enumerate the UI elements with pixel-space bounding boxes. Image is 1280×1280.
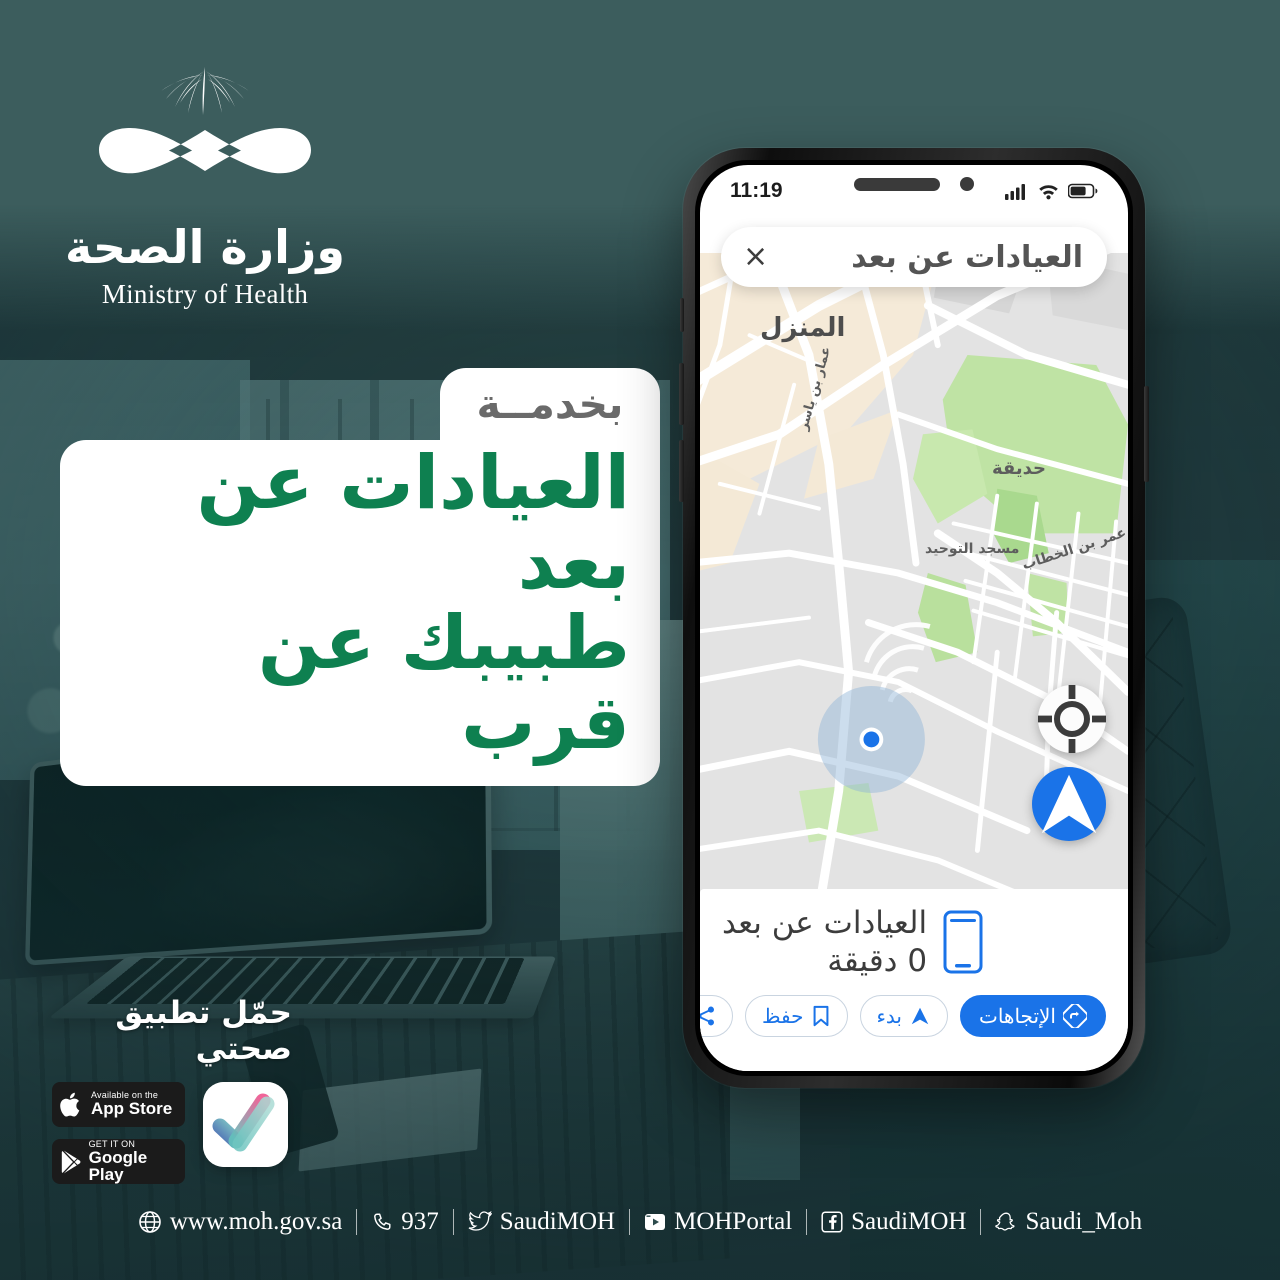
save-button[interactable]: حفظ [745, 995, 848, 1037]
bookmark-icon [813, 1005, 828, 1027]
share-button[interactable]: مشاركة [700, 995, 734, 1037]
headline-block: بخدمــة العيادات عن بعد طبيبك عن قرب [60, 368, 660, 786]
map-label-mosque: مسجد التوحيد [925, 541, 1020, 557]
map-label-park: حديقة [992, 458, 1046, 479]
facebook-icon [821, 1211, 843, 1233]
navigation-arrow-icon [1041, 774, 1097, 834]
download-app-title: حمّل تطبيق صحتي [115, 995, 292, 1067]
footer-item-snapchat[interactable]: Saudi_Moh [981, 1208, 1156, 1236]
footer-phone-label: 937 [401, 1208, 439, 1235]
share-icon [700, 1006, 715, 1026]
directions-label: الإتجاهات [978, 1005, 1056, 1028]
status-time: 11:19 [730, 179, 783, 202]
moh-logo: وزارة الصحة Ministry of Health [55, 55, 355, 310]
logo-name-ar: وزارة الصحة [65, 220, 345, 274]
footer-item-website[interactable]: www.moh.gov.sa [124, 1208, 356, 1236]
phone-volume-up-button[interactable] [679, 363, 684, 425]
headline-line-1: العيادات عن بعد [196, 440, 631, 606]
place-info-card: العيادات عن بعد 0 دقيقة الإتجاهات بدء حف… [700, 889, 1128, 1071]
phone-icon [374, 1213, 391, 1230]
google-play-icon [61, 1150, 81, 1173]
start-button[interactable]: بدء [859, 995, 948, 1037]
place-action-buttons: الإتجاهات بدء حفظ [700, 995, 1106, 1037]
globe-icon [139, 1211, 161, 1233]
phone-mockup: 11:19 × العيادات عن بعد حديقة عمر بن الخ… [679, 148, 1149, 1088]
status-bar: 11:19 [700, 165, 1128, 217]
footer-item-facebook[interactable]: SaudiMOH [807, 1208, 980, 1236]
footer-facebook-label: SaudiMOH [851, 1208, 967, 1235]
footer-twitter-label: SaudiMOH [499, 1208, 616, 1235]
google-play-badge[interactable]: GET IT ON Google Play [52, 1139, 185, 1184]
map-search-bar[interactable]: × العيادات عن بعد [721, 227, 1107, 287]
navigate-button[interactable] [1032, 767, 1106, 841]
apple-icon [60, 1092, 80, 1117]
smartphone-icon [943, 910, 983, 974]
battery-icon [1068, 183, 1098, 199]
locate-me-button[interactable] [1038, 685, 1106, 753]
phone-mute-switch[interactable] [680, 298, 684, 332]
phone-power-button[interactable] [1144, 386, 1149, 482]
logo-name-en: Ministry of Health [101, 279, 309, 309]
promo-poster: وزارة الصحة Ministry of Health بخدمــة ا… [0, 0, 1280, 1280]
app-store-label: App Store [91, 1099, 173, 1119]
start-navigation-icon [911, 1007, 929, 1025]
place-duration: 0 دقيقة [827, 943, 928, 979]
start-label: بدء [876, 1005, 902, 1028]
save-label: حفظ [762, 1005, 804, 1028]
sehhaty-check-icon [203, 1082, 288, 1167]
wifi-icon [1039, 185, 1058, 200]
earpiece-speaker [854, 177, 940, 191]
phone-screen: 11:19 × العيادات عن بعد حديقة عمر بن الخ… [700, 165, 1128, 1071]
phone-volume-down-button[interactable] [679, 440, 684, 502]
moh-emblem-icon [99, 67, 311, 174]
directions-icon [1063, 1004, 1087, 1028]
footer-item-phone[interactable]: 937 [357, 1208, 453, 1236]
footer-contacts: www.moh.gov.sa 937 SaudiMOH MOHPortal Sa… [0, 1208, 1280, 1236]
cellular-signal-icon [1005, 184, 1025, 200]
search-input[interactable]: العيادات عن بعد [768, 240, 1089, 275]
directions-button[interactable]: الإتجاهات [959, 995, 1106, 1037]
download-app-block: حمّل تطبيق صحتي Available on the App Sto… [52, 995, 352, 1184]
map-view[interactable]: حديقة عمر بن الخطاب المنزل عمار بن ياسر … [700, 253, 1128, 893]
map-label-home: المنزل [760, 313, 846, 343]
headline-line-2: طبيبك عن قرب [257, 599, 631, 766]
footer-youtube-label: MOHPortal [674, 1208, 793, 1235]
google-play-label: Google Play [88, 1147, 148, 1185]
headline-card: العيادات عن بعد طبيبك عن قرب [60, 440, 660, 786]
footer-item-twitter[interactable]: SaudiMOH [454, 1208, 629, 1236]
footer-snapchat-label: Saudi_Moh [1025, 1208, 1143, 1235]
place-title: العيادات عن بعد [722, 905, 928, 941]
footer-item-youtube[interactable]: MOHPortal [630, 1208, 806, 1236]
front-camera [960, 177, 974, 191]
sehhaty-app-icon[interactable] [203, 1082, 288, 1167]
twitter-icon [468, 1211, 492, 1231]
footer-website-label: www.moh.gov.sa [169, 1208, 343, 1235]
app-store-badge[interactable]: Available on the App Store [52, 1082, 185, 1127]
phone-notch [854, 177, 974, 191]
youtube-icon [645, 1214, 666, 1230]
headline-prefix: بخدمــة [476, 380, 625, 428]
snapchat-icon [995, 1212, 1016, 1231]
headline-prefix-tab: بخدمــة [440, 368, 660, 440]
close-icon[interactable]: × [743, 242, 768, 272]
crosshair-locate-icon [1038, 685, 1106, 753]
